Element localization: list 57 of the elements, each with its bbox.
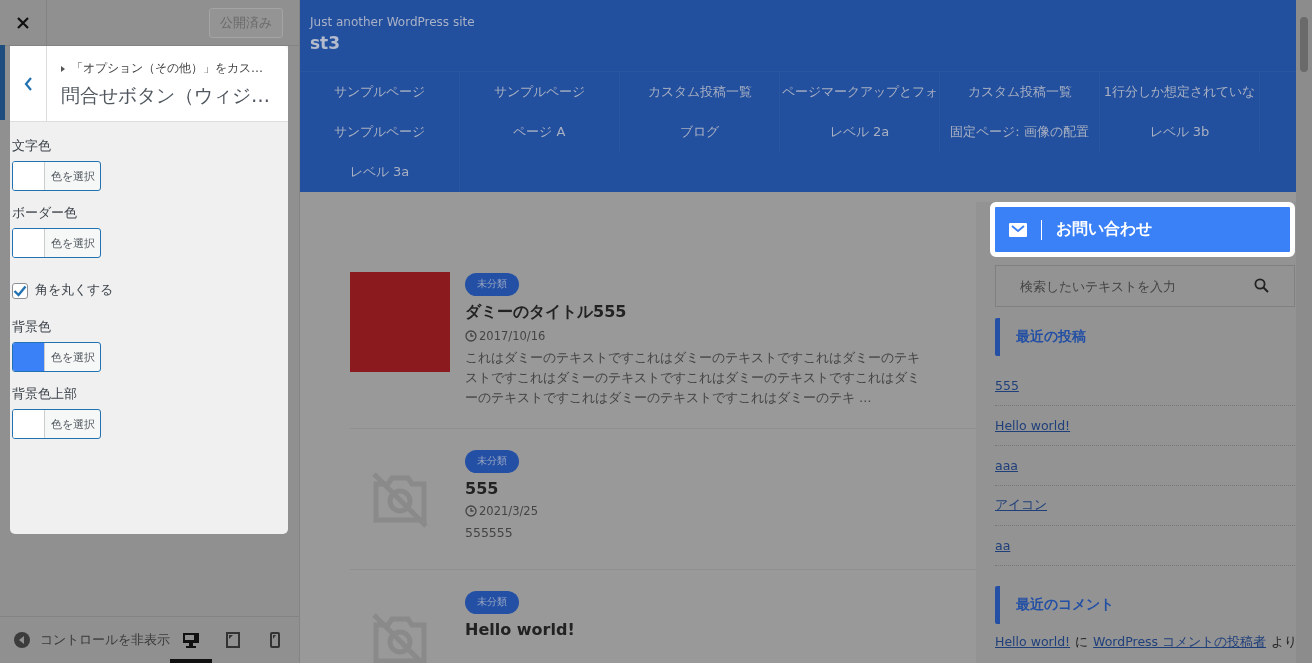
post-excerpt: 555555 — [465, 524, 514, 542]
nav-menu-item[interactable]: 1行分しか想定されていな — [1100, 72, 1260, 112]
color-picker-button[interactable]: 色を選択 — [12, 228, 101, 258]
nav-menu-item[interactable]: ページ A — [460, 112, 620, 152]
search-icon[interactable] — [1254, 278, 1269, 293]
nav-menu-item[interactable]: カスタム投稿一覧 — [620, 72, 780, 112]
mail-icon — [1009, 222, 1027, 237]
control-label: 背景色 — [12, 319, 52, 336]
control-label: ボーダー色 — [12, 205, 78, 222]
clock-icon — [465, 505, 477, 517]
recent-post-link[interactable]: アイコン — [995, 497, 1047, 514]
color-picker-button[interactable]: 色を選択 — [12, 409, 101, 439]
nav-menu-item[interactable]: サンプルページ — [300, 72, 460, 112]
post-title[interactable]: ダミーのタイトル555 — [465, 302, 925, 323]
site-title[interactable]: st3 — [310, 33, 1296, 53]
nav-menu-item[interactable]: サンプルページ — [460, 72, 620, 112]
post-excerpt: これはダミーのテキストですこれはダミーのテキストですこれはダミーのテキストですこれはダミーのテキストですこれはダミーのテキストですこれはダミーのテキストですこれはダミーのテキストですこれはダミーのテキ … — [465, 349, 921, 407]
nav-menu-item[interactable]: カスタム投稿一覧 — [940, 72, 1100, 112]
contact-button[interactable]: お問い合わせ — [990, 202, 1295, 257]
nav-menu-item[interactable]: レベル 3a — [300, 152, 460, 192]
control-label: 文字色 — [12, 138, 52, 155]
checkbox-label: 角を丸くする — [35, 282, 113, 299]
category-badge[interactable]: 未分類 — [465, 591, 519, 614]
control-label: 背景色上部 — [12, 386, 78, 403]
post-date: 2021/3/25 — [479, 504, 538, 518]
comment-text: に — [1075, 634, 1089, 651]
color-picker-button[interactable]: 色を選択 — [12, 342, 101, 372]
scrollbar[interactable] — [1296, 0, 1312, 663]
breadcrumb: 「オプション（その他）」をカス… — [71, 60, 263, 77]
checkbox[interactable] — [12, 282, 28, 299]
nav-menu-item[interactable]: レベル 3b — [1100, 112, 1260, 152]
search-field[interactable]: 検索したいテキストを入力 — [995, 265, 1295, 307]
back-chevron-icon[interactable] — [23, 76, 33, 91]
comment-text: より — [1271, 634, 1296, 651]
recent-post-link[interactable]: 555 — [995, 378, 1019, 393]
site-tagline: Just another WordPress site — [310, 15, 476, 29]
hide-controls-button[interactable]: コントロールを非表示 — [0, 631, 170, 649]
recent-post-link[interactable]: Hello world! — [995, 418, 1071, 433]
comment-author-link[interactable]: WordPress コメントの投稿者 — [1093, 634, 1267, 651]
category-badge[interactable]: 未分類 — [465, 273, 519, 296]
nav-menu-item[interactable]: ページマークアップとフォ — [780, 72, 940, 112]
color-picker-button[interactable]: 色を選択 — [12, 161, 101, 191]
comment-post-link[interactable]: Hello world! — [995, 634, 1071, 651]
clock-icon — [465, 330, 477, 342]
category-badge[interactable]: 未分類 — [465, 450, 519, 473]
post-title[interactable]: 555 — [465, 479, 925, 498]
left-arrow-circle-icon[interactable] — [14, 632, 30, 648]
nav-menu-item[interactable]: サンプルページ — [300, 112, 460, 152]
post-title[interactable]: Hello world! — [465, 620, 925, 639]
nav-menu-item[interactable]: 固定ページ: 画像の配置 — [940, 112, 1100, 152]
triangle-icon — [61, 65, 65, 72]
nav-menu-item[interactable]: レベル 2a — [780, 112, 940, 152]
panel-title: 問合せボタン（ウィジ… — [61, 83, 270, 108]
nav-menu-item[interactable]: ブログ — [620, 112, 780, 152]
recent-post-link[interactable]: aa — [995, 538, 1011, 553]
recent-post-link[interactable]: aaa — [995, 458, 1018, 473]
post-date: 2017/10/16 — [479, 329, 546, 343]
